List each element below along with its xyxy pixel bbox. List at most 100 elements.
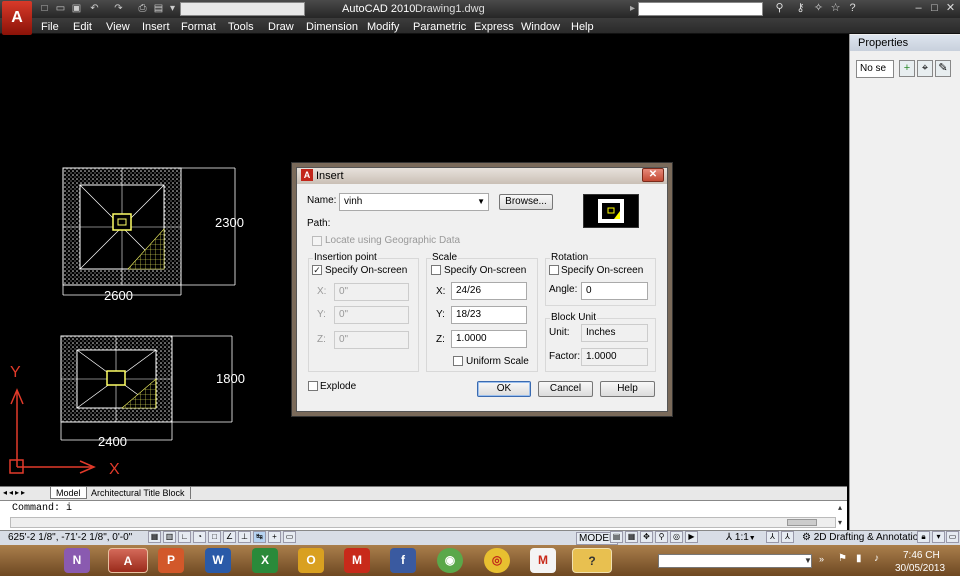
save-icon[interactable]: ▣ [70,2,83,15]
scroll-down-icon[interactable]: ▾ [838,518,842,527]
steeringwheels-icon[interactable]: ◎ [670,531,683,543]
menu-file[interactable]: File [41,21,59,33]
uniform-scale-checkbox[interactable] [453,356,463,366]
dialog-close-icon[interactable]: ✕ [642,168,664,182]
help-button[interactable]: Help [600,381,655,397]
chrome-taskbar-icon[interactable]: ◎ [484,548,510,573]
properties-selection-dropdown[interactable]: No se [856,60,894,78]
annotation-visibility-icon[interactable]: ⅄ [766,531,779,543]
tray-expand-icon[interactable]: » [819,554,824,564]
tab-model[interactable]: Model [50,487,87,499]
infocenter-search-input[interactable] [638,2,763,16]
workspace-dropdown[interactable] [180,2,305,16]
clock-date[interactable]: 30/05/2013 [895,563,945,574]
menu-help[interactable]: Help [571,21,594,33]
menu-edit[interactable]: Edit [73,21,92,33]
osnap-tracking-icon[interactable]: ∠ [223,531,236,543]
quick-view-layouts-icon[interactable]: ▤ [610,531,623,543]
menu-tools[interactable]: Tools [228,21,254,33]
menu-draw[interactable]: Draw [268,21,294,33]
scale-x-field[interactable]: 24/26 [451,282,527,300]
help-taskbar-icon[interactable]: ? [572,548,612,573]
polar-tracking-icon[interactable]: ◔ [193,531,206,543]
volume-icon[interactable]: ♪ [874,553,879,564]
address-dropdown-icon[interactable]: ▼ [804,556,812,565]
command-scrollbar[interactable] [10,517,836,528]
annotation-scale[interactable]: ⅄ 1:1▼ [726,532,756,543]
toggle-pickadd-icon[interactable]: + [899,60,915,77]
auto-scale-icon[interactable]: ⅄ [781,531,794,543]
menu-modify[interactable]: Modify [367,21,399,33]
undo-icon[interactable]: ↶ [88,2,101,15]
binoculars-icon[interactable]: ⚲ [773,2,786,15]
scale-y-field[interactable]: 18/23 [451,306,527,324]
object-snap-icon[interactable]: □ [208,531,221,543]
menu-window[interactable]: Window [521,21,560,33]
rotation-specify-checkbox[interactable] [549,265,559,275]
allow-dynamic-ucs-icon[interactable]: ⊥ [238,531,251,543]
status-menu-icon[interactable]: ▾ [932,531,945,543]
menu-parametric[interactable]: Parametric [413,21,466,33]
outlook-taskbar-icon[interactable]: O [298,548,324,573]
explode-checkbox[interactable] [308,381,318,391]
scroll-up-icon[interactable]: ▴ [838,503,842,512]
clock-time[interactable]: 7:46 CH [903,550,940,561]
maximize-icon[interactable]: □ [928,2,941,15]
quick-properties-icon[interactable]: ▭ [283,531,296,543]
subscription-key-icon[interactable]: ⚷ [794,2,807,15]
gmail-taskbar-icon[interactable]: M [530,548,556,573]
insertion-y-field[interactable]: 0" [334,306,409,324]
menu-dimension[interactable]: Dimension [306,21,358,33]
clean-screen-icon[interactable]: ▭ [946,531,959,543]
autocad-app-menu-icon[interactable]: A [2,1,32,35]
block-name-dropdown[interactable]: vinh ▼ [339,193,489,211]
insertion-x-field[interactable]: 0" [334,283,409,301]
tab-nav-arrows-icon[interactable]: ◂◂▸▸ [3,488,27,497]
onenote-taskbar-icon[interactable]: N [64,548,90,573]
workspace-switching[interactable]: ⚙ 2D Drafting & Annotation▼ [802,532,931,543]
menu-insert[interactable]: Insert [142,21,170,33]
scale-specify-checkbox[interactable] [431,265,441,275]
select-objects-icon[interactable]: ⌖ [917,60,933,77]
open-icon[interactable]: ▭ [54,2,67,15]
communication-icon[interactable]: ✧ [812,2,825,15]
browse-button[interactable]: Browse... [499,194,553,210]
menu-format[interactable]: Format [181,21,216,33]
geographic-data-checkbox[interactable] [312,236,322,246]
grid-display-icon[interactable]: ▥ [163,531,176,543]
pan-icon[interactable]: ✥ [640,531,653,543]
scale-z-field[interactable]: 1.0000 [451,330,527,348]
taskbar-address-input[interactable] [658,554,812,568]
cancel-button[interactable]: Cancel [538,381,593,397]
insertion-specify-checkbox[interactable]: ✓ [312,265,322,275]
menu-express[interactable]: Express [474,21,514,33]
word-taskbar-icon[interactable]: W [205,548,231,573]
foxit-taskbar-icon[interactable]: M [344,548,370,573]
qa-dropdown-icon[interactable]: ▾ [166,2,179,15]
quick-select-icon[interactable]: ✎ [935,60,951,77]
snap-mode-icon[interactable]: ▦ [148,531,161,543]
properties-qa-icon[interactable]: ▤ [152,2,165,15]
network-icon[interactable]: ▮ [856,553,862,564]
dynamic-input-icon[interactable]: ↹ [253,531,266,543]
quick-view-drawings-icon[interactable]: ▦ [625,531,638,543]
lineweight-icon[interactable]: + [268,531,281,543]
close-window-icon[interactable]: ✕ [944,2,957,15]
help-icon[interactable]: ? [846,2,859,15]
powerpoint-taskbar-icon[interactable]: P [158,548,184,573]
insertion-z-field[interactable]: 0" [334,331,409,349]
ortho-mode-icon[interactable]: ∟ [178,531,191,543]
toolbar-lock-icon[interactable]: 🔒︎ [917,531,930,543]
favorites-star-icon[interactable]: ☆ [829,2,842,15]
showmotion-icon[interactable]: ▶ [685,531,698,543]
excel-taskbar-icon[interactable]: X [252,548,278,573]
minimize-icon[interactable]: – [912,2,925,15]
autocad-taskbar-icon[interactable]: A [108,548,148,573]
flag-icon[interactable]: ⚑ [838,553,847,564]
new-icon[interactable]: □ [38,2,51,15]
scrollbar-thumb[interactable] [787,519,817,526]
angle-field[interactable]: 0 [581,282,648,300]
ok-button[interactable]: OK [477,381,531,397]
zoom-icon[interactable]: ⚲ [655,531,668,543]
facebook-taskbar-icon[interactable]: f [390,548,416,573]
